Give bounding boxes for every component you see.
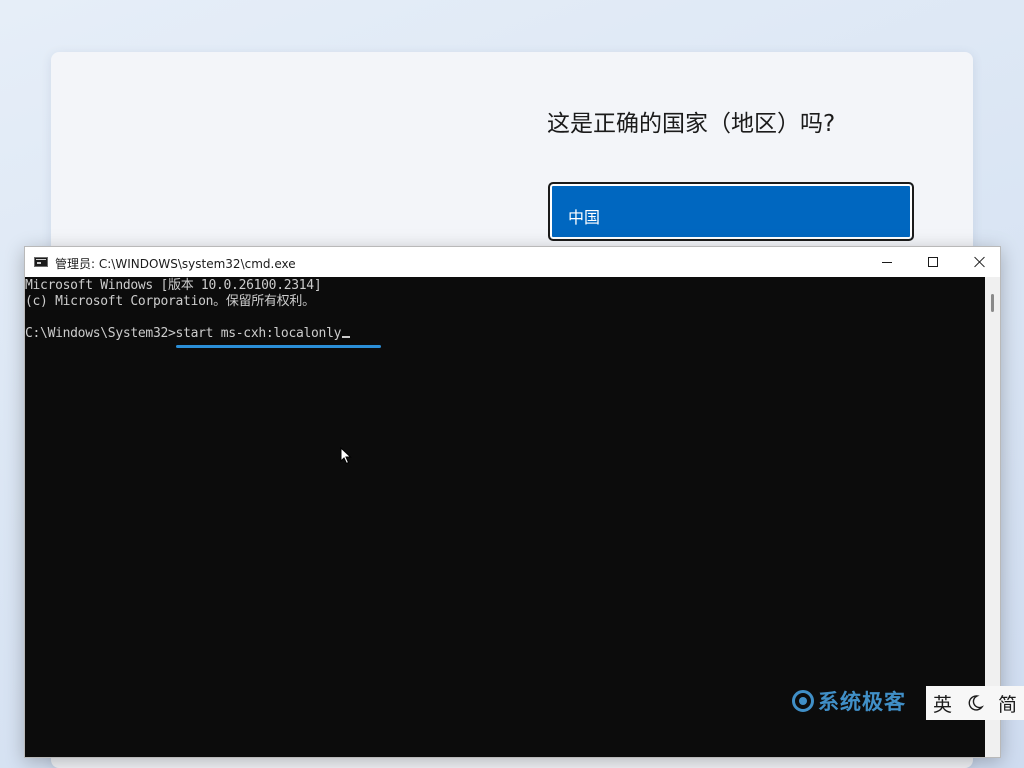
cmd-titlebar[interactable]: 管理员: C:\WINDOWS\system32\cmd.exe xyxy=(25,247,1000,277)
command-prompt-icon xyxy=(34,257,48,267)
close-button[interactable] xyxy=(956,247,1002,277)
minimize-button[interactable] xyxy=(864,247,910,277)
watermark-text: 系统极客 xyxy=(818,690,906,714)
console-prompt: C:\Windows\System32> xyxy=(25,326,176,341)
maximize-button[interactable] xyxy=(910,247,956,277)
cmd-window-title: 管理员: C:\WINDOWS\system32\cmd.exe xyxy=(55,257,296,271)
console-scrollbar[interactable] xyxy=(985,277,1000,757)
console-prompt-line[interactable]: C:\Windows\System32>start ms-cxh:localon… xyxy=(25,326,351,342)
region-question-heading: 这是正确的国家（地区）吗? xyxy=(547,111,836,137)
console-command: start ms-cxh:localonly xyxy=(175,326,342,341)
watermark: 系统极客 xyxy=(792,686,906,716)
console-version-line: Microsoft Windows [版本 10.0.26100.2314] xyxy=(25,278,322,293)
scrollbar-thumb[interactable] xyxy=(991,294,994,312)
console-output[interactable]: Microsoft Windows [版本 10.0.26100.2314] (… xyxy=(25,277,985,757)
ime-indicator[interactable]: 英 简 xyxy=(926,686,1024,720)
country-option-selected[interactable]: 中国 xyxy=(548,182,914,241)
watermark-logo-icon xyxy=(792,690,814,712)
command-highlight-underline xyxy=(176,345,381,348)
half-width-moon-icon[interactable] xyxy=(966,694,984,712)
country-option-label: 中国 xyxy=(568,208,601,227)
ime-mode[interactable]: 简 xyxy=(998,690,1017,717)
mouse-pointer-icon xyxy=(340,447,352,465)
cmd-window: 管理员: C:\WINDOWS\system32\cmd.exe Microso… xyxy=(24,246,1001,758)
text-cursor xyxy=(342,336,351,338)
ime-language[interactable]: 英 xyxy=(933,690,952,717)
console-copyright-line: (c) Microsoft Corporation。保留所有权利。 xyxy=(25,294,315,309)
